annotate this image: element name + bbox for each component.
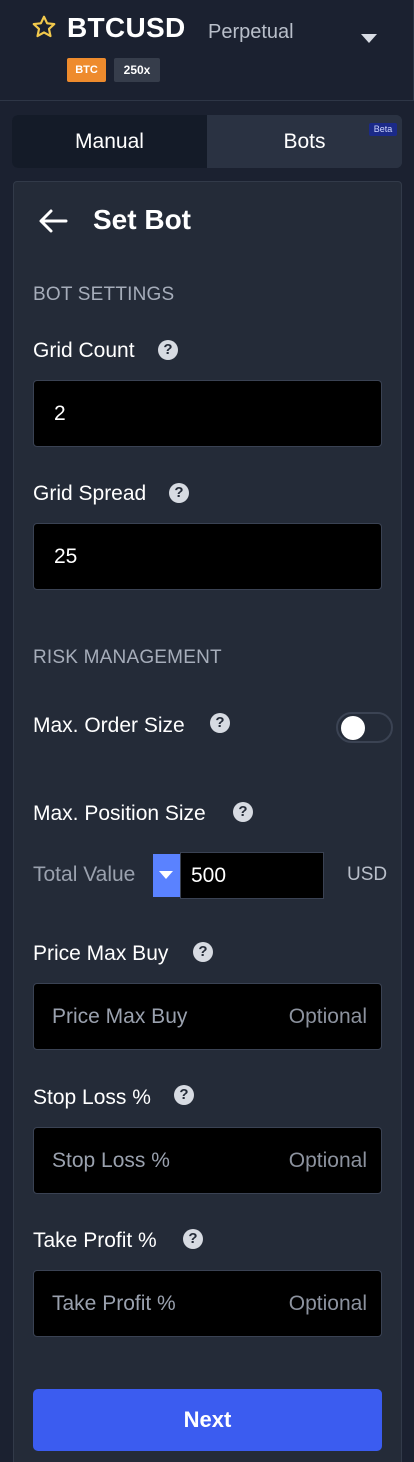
optional-hint: Optional bbox=[288, 1005, 367, 1028]
position-unit: USD bbox=[347, 864, 388, 885]
take-profit-placeholder: Take Profit % bbox=[52, 1292, 176, 1315]
beta-badge: Beta bbox=[369, 123, 397, 136]
star-icon[interactable] bbox=[31, 14, 57, 40]
max-position-size-label: Max. Position Size bbox=[33, 802, 206, 825]
risk-management-heading: RISK MANAGEMENT bbox=[33, 647, 222, 668]
help-icon[interactable]: ? bbox=[158, 340, 178, 360]
optional-hint: Optional bbox=[288, 1292, 367, 1315]
header-divider bbox=[0, 100, 414, 101]
position-mode-label: Total Value bbox=[33, 863, 136, 886]
grid-spread-input[interactable]: 25 bbox=[33, 523, 382, 590]
stop-loss-placeholder: Stop Loss % bbox=[52, 1149, 170, 1172]
asset-badge: BTC bbox=[67, 58, 106, 82]
help-icon[interactable]: ? bbox=[193, 942, 213, 962]
stop-loss-label: Stop Loss % bbox=[33, 1086, 151, 1109]
help-icon[interactable]: ? bbox=[210, 713, 230, 733]
market-symbol[interactable]: BTCUSD bbox=[67, 12, 185, 44]
back-arrow-icon[interactable] bbox=[38, 208, 68, 234]
help-icon[interactable]: ? bbox=[183, 1229, 203, 1249]
chevron-down-icon[interactable] bbox=[361, 34, 377, 43]
price-max-buy-input[interactable]: Price Max Buy Optional bbox=[33, 983, 382, 1050]
leverage-badge: 250x bbox=[114, 58, 160, 82]
optional-hint: Optional bbox=[288, 1149, 367, 1172]
toggle-knob bbox=[341, 716, 365, 740]
bot-settings-heading: BOT SETTINGS bbox=[33, 284, 175, 305]
tab-manual[interactable]: Manual bbox=[12, 115, 207, 168]
max-order-size-label: Max. Order Size bbox=[33, 714, 185, 737]
next-button[interactable]: Next bbox=[33, 1389, 382, 1451]
help-icon[interactable]: ? bbox=[233, 802, 253, 822]
help-icon[interactable]: ? bbox=[174, 1085, 194, 1105]
stop-loss-input[interactable]: Stop Loss % Optional bbox=[33, 1127, 382, 1194]
market-type: Perpetual bbox=[208, 21, 294, 43]
help-icon[interactable]: ? bbox=[169, 483, 189, 503]
mode-tabs: Manual Bots Beta bbox=[12, 115, 402, 168]
max-order-size-toggle[interactable] bbox=[336, 712, 393, 743]
grid-count-label: Grid Count bbox=[33, 339, 135, 362]
max-position-size-input[interactable]: 500 bbox=[180, 852, 324, 899]
price-max-buy-label: Price Max Buy bbox=[33, 942, 169, 965]
panel-title: Set Bot bbox=[93, 204, 191, 235]
grid-spread-label: Grid Spread bbox=[33, 482, 147, 505]
take-profit-input[interactable]: Take Profit % Optional bbox=[33, 1270, 382, 1337]
grid-count-input[interactable]: 2 bbox=[33, 380, 382, 447]
caret-down-icon[interactable] bbox=[153, 854, 180, 897]
price-max-buy-placeholder: Price Max Buy bbox=[52, 1005, 188, 1028]
take-profit-label: Take Profit % bbox=[33, 1229, 157, 1252]
market-header: BTCUSD Perpetual BTC 250x bbox=[0, 0, 414, 100]
